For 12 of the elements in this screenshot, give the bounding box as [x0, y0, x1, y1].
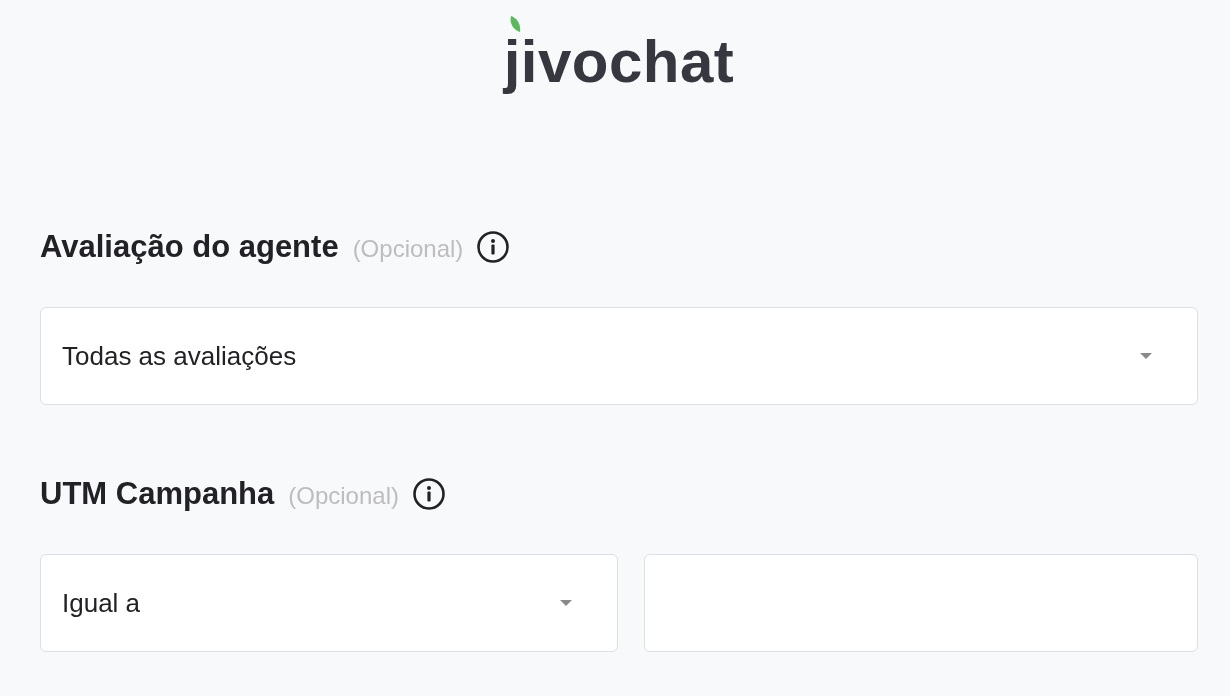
leaf-icon [509, 16, 521, 32]
info-icon[interactable] [477, 231, 510, 263]
optional-label: (Opcional) [288, 480, 399, 511]
dropdown-select[interactable]: Igual a [40, 554, 618, 652]
info-icon[interactable] [412, 478, 445, 510]
dropdown-select[interactable]: Todas as avaliações [40, 307, 1198, 405]
optional-label: (Opcional) [352, 233, 464, 264]
caret-icon [560, 600, 572, 606]
text-input[interactable] [644, 554, 1198, 652]
section-title: UTM Campanha [40, 475, 275, 513]
section-title: Avaliação do agente [40, 228, 339, 266]
caret-icon [1140, 353, 1152, 359]
